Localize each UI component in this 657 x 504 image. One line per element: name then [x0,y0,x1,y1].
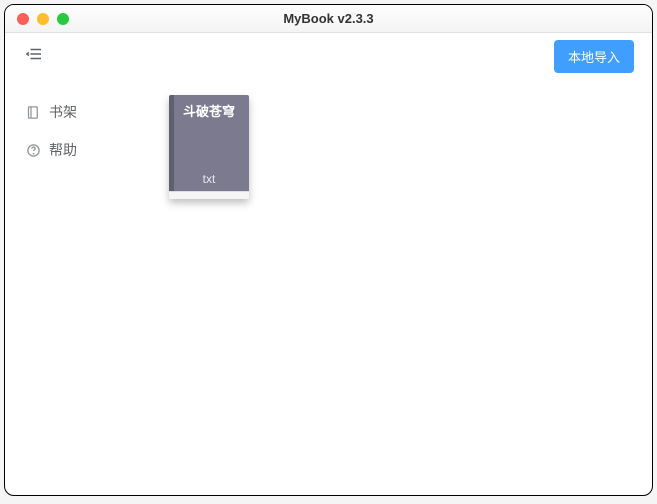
sidebar: 书架 帮助 [5,79,145,495]
sidebar-item-bookshelf[interactable]: 书架 [5,93,145,131]
sidebar-item-label: 书架 [49,102,77,122]
app-window: MyBook v2.3.3 本地导入 [4,4,653,496]
minimize-button[interactable] [37,13,49,25]
book-pages [169,191,249,199]
help-icon [25,142,41,158]
close-button[interactable] [17,13,29,25]
menu-collapse-icon [26,45,44,68]
maximize-button[interactable] [57,13,69,25]
body: 书架 帮助 斗破苍穹 [5,79,652,495]
topbar: 本地导入 [5,33,652,79]
sidebar-item-label: 帮助 [49,140,77,160]
window-title: MyBook v2.3.3 [5,11,652,26]
local-import-button[interactable]: 本地导入 [554,40,634,73]
book-cover: 斗破苍穹 txt [169,95,249,191]
book-title: 斗破苍穹 [169,101,249,120]
main-panel: 斗破苍穹 txt [145,79,652,495]
sidebar-item-help[interactable]: 帮助 [5,131,145,169]
bookshelf-icon [25,104,41,120]
window-controls [5,13,69,25]
titlebar: MyBook v2.3.3 [5,5,652,33]
sidebar-toggle-button[interactable] [23,44,47,68]
content-area: 本地导入 书架 [5,33,652,495]
book-item[interactable]: 斗破苍穹 txt [169,95,249,199]
book-format: txt [169,172,249,186]
